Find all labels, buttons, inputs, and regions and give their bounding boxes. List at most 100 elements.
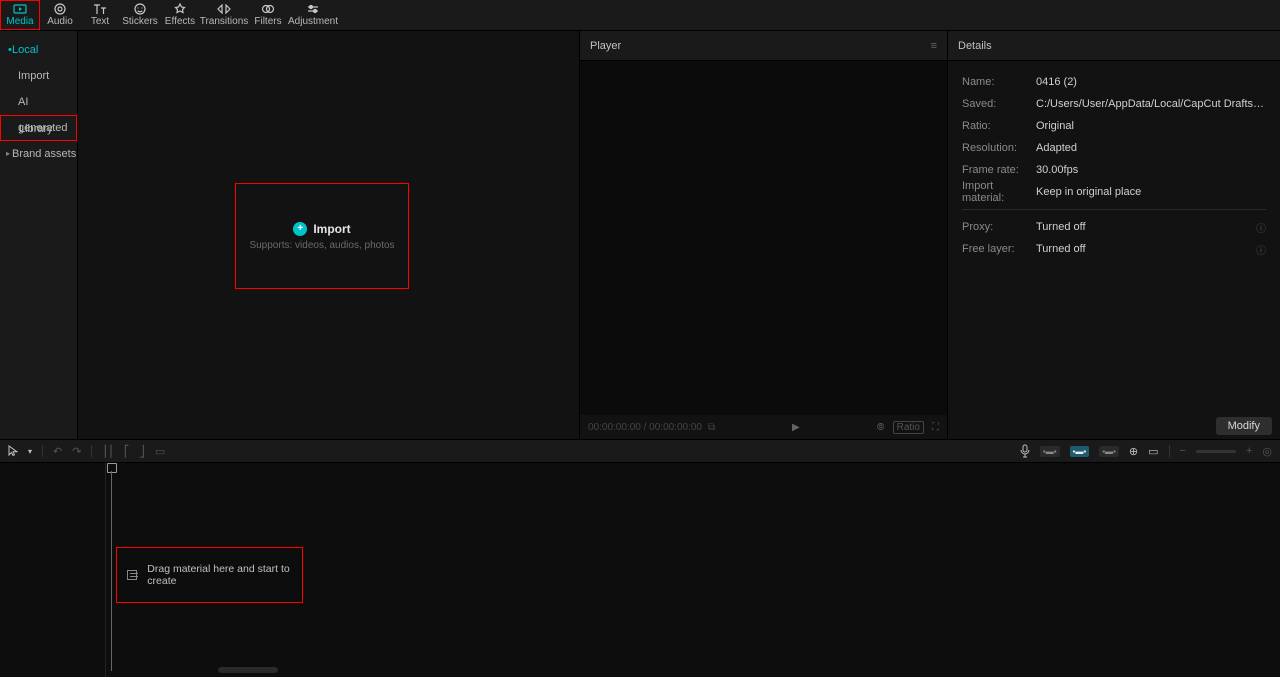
zoom-to-fit-icon[interactable]: ◎ [1262, 445, 1272, 458]
zoom-out-icon[interactable]: − [1180, 445, 1186, 457]
timeline-dropzone[interactable]: Drag material here and start to create [116, 547, 303, 603]
delete-right-icon[interactable]: ⎦ [139, 445, 145, 458]
player-right-controls: ⦾ Ratio ⛶ [877, 421, 939, 434]
delete-icon[interactable]: ▭ [155, 445, 165, 458]
player-viewport[interactable] [580, 61, 947, 415]
main-track-magnet-icon[interactable]: ▪▬▪ [1040, 446, 1060, 457]
tab-label: Effects [165, 16, 195, 28]
details-header: Details [948, 31, 1280, 61]
import-dropzone[interactable]: + Import Supports: videos, audios, photo… [235, 183, 409, 289]
delete-left-icon[interactable]: ⎡ [124, 445, 130, 458]
undo-icon[interactable]: ↶ [53, 445, 62, 458]
player-title: Player [590, 31, 621, 61]
import-subtitle: Supports: videos, audios, photos [249, 240, 394, 251]
detail-label: Resolution: [962, 142, 1036, 154]
tab-label: Text [91, 16, 109, 28]
timeline-body[interactable]: Drag material here and start to create [106, 463, 1280, 677]
split-icon[interactable]: ⎮⎮ [102, 445, 113, 458]
compare-icon[interactable]: ⧉ [708, 422, 715, 433]
detail-label: Name: [962, 76, 1036, 88]
timeline-toolbar: ▾ ↶ ↷ ⎮⎮ ⎡ ⎦ ▭ ▪▬▪ ▪▬▪ ▪▬▪ ⊕ ▭ − + ◎ [0, 439, 1280, 463]
play-button[interactable]: ▶ [792, 422, 800, 433]
text-icon [93, 3, 107, 15]
timeline-gutter [0, 463, 106, 677]
auto-snap-icon[interactable]: ▪▬▪ [1070, 446, 1090, 457]
zoom-slider[interactable] [1196, 450, 1236, 453]
detail-row-free-layer: Free layer: Turned off ⓘ [962, 238, 1266, 260]
tab-filters[interactable]: Filters [248, 0, 288, 30]
audio-icon [54, 3, 66, 15]
info-icon[interactable]: ⓘ [1256, 242, 1266, 257]
tab-stickers[interactable]: Stickers [120, 0, 160, 30]
sidebar-item-ai-generated[interactable]: AI generated [0, 89, 77, 115]
sidebar-label: Brand assets [12, 148, 76, 160]
upper-region: Local Import AI generated Library ▸Brand… [0, 31, 1280, 439]
media-icon [13, 3, 27, 15]
detail-label: Saved: [962, 98, 1036, 110]
detail-label: Proxy: [962, 221, 1036, 233]
snapshot-icon[interactable]: ⦾ [877, 422, 885, 433]
separator [42, 445, 43, 457]
detail-row-name: Name: 0416 (2) [962, 71, 1266, 93]
sidebar-item-local[interactable]: Local [0, 37, 77, 63]
preview-axis-icon[interactable]: ⊕ [1129, 445, 1138, 458]
modify-button[interactable]: Modify [1216, 417, 1272, 435]
detail-label: Ratio: [962, 120, 1036, 132]
tab-effects[interactable]: Effects [160, 0, 200, 30]
caret-right-icon: ▸ [6, 141, 10, 167]
tab-audio[interactable]: Audio [40, 0, 80, 30]
detail-value: 30.00fps [1036, 164, 1266, 176]
stickers-icon [134, 3, 146, 15]
selection-tool-icon[interactable] [8, 445, 18, 457]
tab-text[interactable]: Text [80, 0, 120, 30]
clip-icon [127, 570, 137, 580]
import-row: + Import [293, 222, 350, 236]
fullscreen-icon[interactable]: ⛶ [932, 422, 939, 433]
effects-icon [174, 3, 186, 15]
detail-value: Original [1036, 120, 1266, 132]
separator [1169, 445, 1170, 457]
record-voiceover-icon[interactable] [1020, 444, 1030, 458]
linkage-icon[interactable]: ▪▬▪ [1099, 446, 1119, 457]
detail-value: Adapted [1036, 142, 1266, 154]
sidebar-item-import[interactable]: Import [0, 63, 77, 89]
sidebar-label: Library [19, 123, 53, 135]
detail-value: Keep in original place [1036, 186, 1266, 198]
media-pane: + Import Supports: videos, audios, photo… [78, 31, 580, 439]
tool-dropdown-icon[interactable]: ▾ [28, 447, 32, 456]
detail-label: Free layer: [962, 243, 1036, 255]
detail-value: C:/Users/User/AppData/Local/CapCut Draft… [1036, 98, 1266, 110]
cover-icon[interactable]: ▭ [1148, 445, 1158, 458]
player-header: Player ≡ [580, 31, 947, 61]
timeline-playhead[interactable] [106, 463, 117, 473]
plus-icon: + [293, 222, 307, 236]
tab-adjustment[interactable]: Adjustment [288, 0, 338, 30]
tab-label: Audio [47, 16, 73, 28]
sidebar-item-brand-assets[interactable]: ▸Brand assets [0, 141, 77, 167]
detail-value: Turned off [1036, 221, 1256, 233]
player-menu-icon[interactable]: ≡ [931, 31, 937, 61]
details-body: Name: 0416 (2) Saved: C:/Users/User/AppD… [948, 61, 1280, 439]
details-pane: Details Name: 0416 (2) Saved: C:/Users/U… [948, 31, 1280, 439]
tab-label: Stickers [122, 16, 158, 28]
info-icon[interactable]: ⓘ [1256, 220, 1266, 235]
top-tab-bar: Media Audio Text Stickers Effects Transi… [0, 0, 1280, 31]
tab-label: Adjustment [288, 16, 338, 28]
sidebar-item-library[interactable]: Library [0, 115, 77, 141]
sidebar-label: Local [12, 44, 38, 56]
player-pane: Player ≡ 00:00:00:00 / 00:00:00:00 ⧉ ▶ ⦾… [580, 31, 948, 439]
filters-icon [261, 3, 275, 15]
tab-label: Filters [254, 16, 281, 28]
detail-row-resolution: Resolution: Adapted [962, 137, 1266, 159]
tab-media[interactable]: Media [0, 0, 40, 30]
zoom-in-icon[interactable]: + [1246, 445, 1252, 457]
timeline-scrollbar[interactable] [218, 667, 1270, 673]
detail-separator [962, 209, 1266, 210]
transitions-icon [217, 3, 231, 15]
tab-transitions[interactable]: Transitions [200, 0, 248, 30]
detail-value: Turned off [1036, 243, 1256, 255]
ratio-button[interactable]: Ratio [893, 421, 924, 434]
tab-label: Media [6, 16, 33, 28]
detail-row-proxy: Proxy: Turned off ⓘ [962, 216, 1266, 238]
redo-icon[interactable]: ↷ [72, 445, 81, 458]
